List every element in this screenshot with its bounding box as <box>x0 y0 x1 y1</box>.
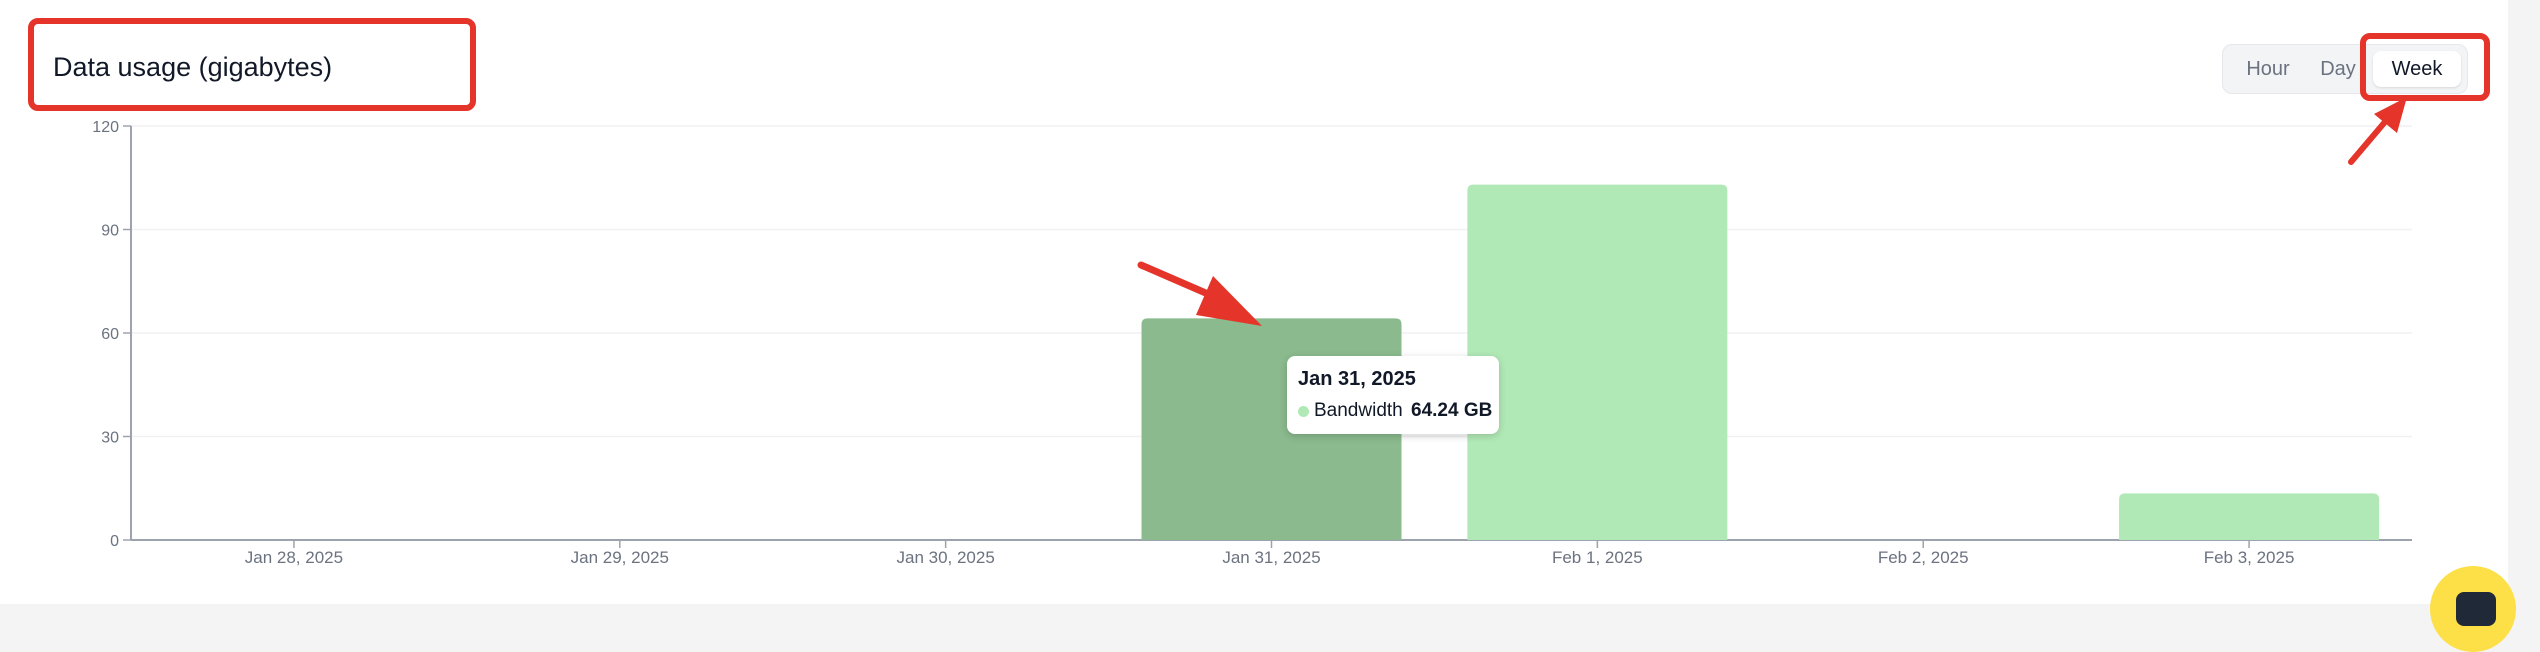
tooltip-value: 64.24 GB <box>1411 400 1493 421</box>
bar-arrow-head <box>1196 276 1262 326</box>
chat-icon <box>2456 592 2496 626</box>
week-arrow-line <box>2348 113 2393 165</box>
title-highlight-box <box>28 18 476 111</box>
week-highlight-box <box>2360 33 2490 101</box>
tooltip-series-name: Bandwidth <box>1314 400 1403 421</box>
tooltip-date: Jan 31, 2025 <box>1298 368 1416 390</box>
bar-tooltip: Jan 31, 2025 Bandwidth 64.24 GB <box>1287 356 1499 434</box>
annotation-layer <box>28 18 2490 326</box>
series-color-dot <box>1298 406 1309 417</box>
chat-button[interactable] <box>2430 566 2516 652</box>
bar-arrow-line <box>1137 261 1212 298</box>
